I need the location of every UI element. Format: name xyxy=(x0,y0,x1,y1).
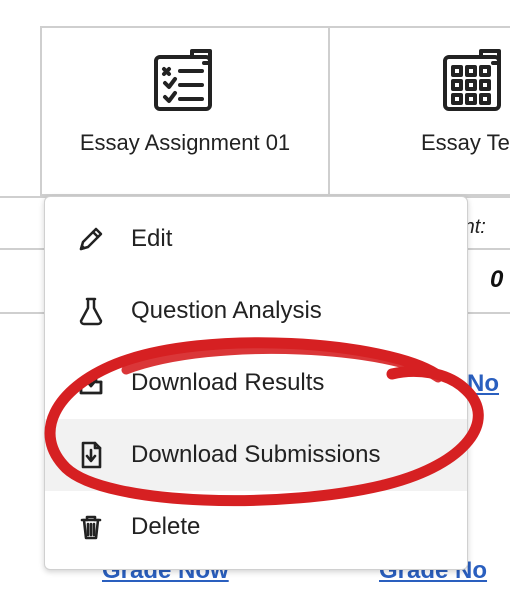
download-page-icon xyxy=(69,440,113,470)
menu-item-download-results[interactable]: Download Results xyxy=(45,347,467,419)
menu-item-label: Download Submissions xyxy=(131,441,380,469)
column-title: Essay Test xyxy=(330,130,510,156)
menu-item-question-analysis[interactable]: Question Analysis xyxy=(45,275,467,347)
menu-item-label: Question Analysis xyxy=(131,297,322,325)
checklist-icon xyxy=(150,46,220,116)
column-title: Essay Assignment 01 xyxy=(42,130,328,156)
pencil-icon xyxy=(69,224,113,254)
menu-item-download-submissions[interactable]: Download Submissions xyxy=(45,419,467,491)
download-box-icon xyxy=(69,368,113,398)
menu-item-label: Delete xyxy=(131,513,200,541)
context-menu: Edit Question Analysis Download Results xyxy=(44,196,468,570)
trash-icon xyxy=(69,512,113,542)
column-essay-assignment[interactable]: Essay Assignment 01 xyxy=(40,26,330,196)
flask-icon xyxy=(69,296,113,326)
menu-item-edit[interactable]: Edit xyxy=(45,203,467,275)
menu-item-delete[interactable]: Delete xyxy=(45,491,467,563)
menu-item-label: Edit xyxy=(131,225,172,253)
column-essay-test[interactable]: Essay Test xyxy=(330,26,510,196)
grid-sheet-icon xyxy=(439,46,509,116)
value-zero: 0 xyxy=(490,266,503,294)
menu-item-label: Download Results xyxy=(131,369,324,397)
